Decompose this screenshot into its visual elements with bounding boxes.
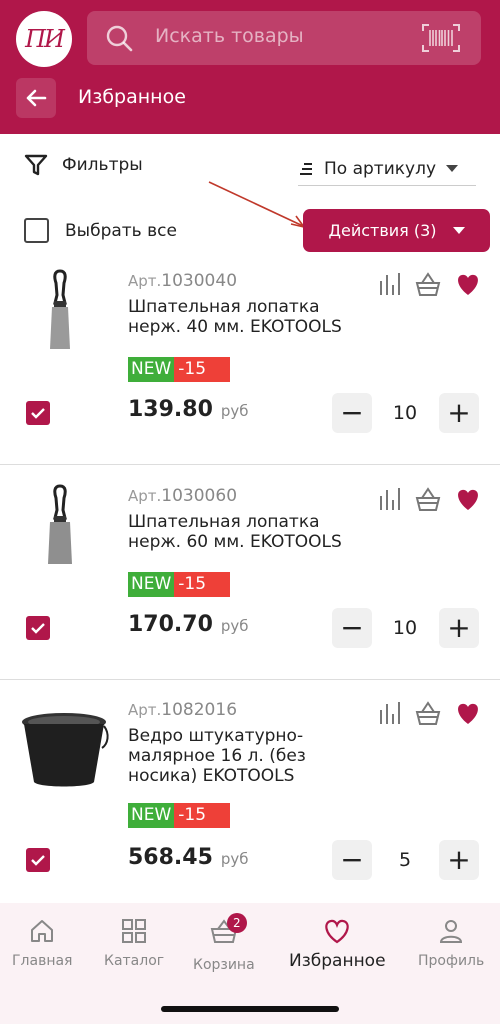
qty-value[interactable]: 10 [385, 617, 425, 639]
basket-icon [415, 272, 441, 296]
actions-button[interactable]: Действия (3) [303, 209, 490, 252]
compare-icon [380, 273, 400, 295]
nav-favorites[interactable]: Избранное [289, 917, 386, 971]
qty-plus-button[interactable]: + [439, 393, 479, 433]
product-name[interactable]: Ведро штукатурно-малярное 16 л. (без нос… [128, 726, 368, 786]
page-title: Избранное [78, 86, 186, 108]
product-badges: NEW -15 [128, 803, 231, 828]
nav-cart[interactable]: 2 Корзина [193, 913, 255, 973]
search-icon [106, 25, 133, 52]
arrow-left-icon [26, 89, 47, 107]
cart-count-badge: 2 [226, 913, 247, 933]
product-name[interactable]: Шпательная лопатка нерж. 40 мм. EKOTOOLS [128, 297, 368, 337]
basket-icon [415, 701, 441, 725]
discount-badge: -15 [174, 357, 231, 382]
product-image-spatula [50, 269, 70, 349]
qty-value[interactable]: 5 [385, 849, 425, 871]
search-input[interactable]: Искать товары [155, 25, 304, 47]
discount-badge: -15 [174, 572, 231, 597]
qty-minus-button[interactable]: − [332, 840, 372, 880]
qty-minus-button[interactable]: − [332, 608, 372, 648]
qty-plus-button[interactable]: + [439, 840, 479, 880]
chevron-down-icon [452, 227, 465, 234]
filters-button[interactable]: Фильтры [24, 154, 143, 176]
product-article: Арт.1082016 [128, 700, 238, 720]
heart-icon [458, 274, 478, 295]
chevron-down-icon [446, 165, 459, 172]
product-checkbox[interactable] [26, 401, 50, 425]
app-header: ПИ Искать товары Избранное [0, 0, 500, 134]
annotation-arrow-icon [208, 181, 306, 229]
product-card[interactable]: Арт.1082016 Ведро штукатурно-малярное 16… [0, 680, 500, 894]
product-article: Арт.1030040 [128, 271, 238, 291]
nav-profile[interactable]: Профиль [418, 917, 484, 969]
qty-minus-button[interactable]: − [332, 393, 372, 433]
search-bar[interactable]: Искать товары [87, 11, 481, 65]
product-name[interactable]: Шпательная лопатка нерж. 60 мм. EKOTOOLS [128, 512, 368, 552]
sort-icon [300, 162, 312, 175]
qty-value[interactable]: 10 [385, 402, 425, 424]
new-badge: NEW [128, 572, 175, 597]
home-icon [31, 920, 54, 942]
qty-plus-button[interactable]: + [439, 608, 479, 648]
compare-icon [380, 702, 400, 724]
actions-label: Действия (3) [328, 221, 437, 240]
product-badges: NEW -15 [128, 572, 231, 597]
product-card[interactable]: Арт.1030040 Шпательная лопатка нерж. 40 … [0, 251, 500, 465]
heart-icon [325, 919, 349, 944]
product-actions [380, 487, 478, 511]
compare-icon [380, 488, 400, 510]
heart-icon [458, 703, 478, 724]
select-all[interactable]: Выбрать все [24, 218, 177, 243]
new-badge: NEW [128, 357, 175, 382]
filters-label: Фильтры [62, 155, 143, 175]
brand-logo[interactable]: ПИ [16, 11, 72, 67]
product-price: 139.80 руб [128, 397, 249, 422]
filter-icon [24, 154, 48, 176]
logo-text: ПИ [25, 25, 65, 53]
select-all-label: Выбрать все [65, 220, 177, 241]
product-actions [380, 272, 478, 296]
check-icon [31, 623, 45, 634]
grid-icon [122, 919, 147, 943]
product-article: Арт.1030060 [128, 486, 238, 506]
discount-badge: -15 [174, 803, 231, 828]
new-badge: NEW [128, 803, 175, 828]
select-all-checkbox[interactable] [24, 218, 49, 243]
check-icon [31, 408, 45, 419]
nav-home[interactable]: Главная [12, 917, 72, 969]
basket-icon [415, 487, 441, 511]
product-price: 568.45 руб [128, 845, 249, 870]
sort-dropdown[interactable]: По артикулу [298, 152, 476, 186]
home-indicator [161, 1006, 339, 1012]
product-image-spatula [48, 484, 72, 564]
sort-label: По артикулу [324, 158, 437, 179]
product-price: 170.70 руб [128, 612, 249, 637]
product-actions [380, 701, 478, 725]
product-card[interactable]: Арт.1030060 Шпательная лопатка нерж. 60 … [0, 466, 500, 680]
nav-catalog[interactable]: Каталог [104, 917, 164, 969]
user-icon [440, 920, 463, 943]
heart-icon [458, 489, 478, 510]
back-button[interactable] [16, 78, 56, 118]
product-badges: NEW -15 [128, 357, 231, 382]
barcode-scan-icon[interactable] [421, 23, 461, 53]
product-checkbox[interactable] [26, 848, 50, 872]
product-checkbox[interactable] [26, 616, 50, 640]
product-image-bucket [22, 713, 109, 787]
check-icon [31, 855, 45, 866]
